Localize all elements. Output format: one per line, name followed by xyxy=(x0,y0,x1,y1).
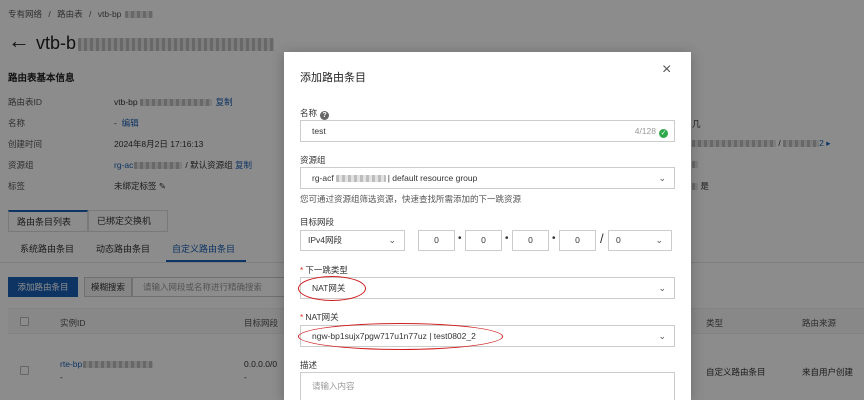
chevron-down-icon: ⌄ xyxy=(658,173,666,183)
ip-dot: • xyxy=(505,233,509,244)
ip-address-inputs: 0 • 0 • 0 • 0 / 0 ⌄ xyxy=(418,230,678,251)
target-cidr-label: 目标网段 xyxy=(300,217,335,227)
resource-group-select[interactable]: rg-acf | default resource group ⌄ xyxy=(300,167,675,189)
resource-group-label: 资源组 xyxy=(300,155,326,165)
chevron-down-icon: ⌄ xyxy=(658,331,666,341)
ip-version-select[interactable]: IPv4网段 ⌄ xyxy=(300,230,405,251)
chevron-down-icon: ⌄ xyxy=(388,235,396,245)
ip-octet-1[interactable]: 0 xyxy=(418,230,455,251)
next-hop-type-label: * 下一跳类型 xyxy=(300,265,348,275)
name-counter: 4/128 ✓ xyxy=(634,126,668,138)
annotation-circle xyxy=(298,276,366,301)
chevron-down-icon: ⌄ xyxy=(655,235,663,245)
description-textarea[interactable]: 请输入内容 xyxy=(300,372,675,400)
resource-group-hint: 您可通过资源组筛选资源，快速查找所需添加的下一跳资源 xyxy=(300,194,522,204)
ip-octet-3[interactable]: 0 xyxy=(512,230,549,251)
mask-select[interactable]: 0 ⌄ xyxy=(608,230,672,251)
ip-dot: • xyxy=(458,233,462,244)
name-value: test xyxy=(312,126,326,136)
close-icon[interactable]: × xyxy=(662,62,671,78)
add-route-entry-dialog: 添加路由条目 × 名称? test 4/128 ✓ 资源组 rg-acf | def… xyxy=(284,52,691,400)
check-icon: ✓ xyxy=(659,129,668,138)
ip-octet-2[interactable]: 0 xyxy=(465,230,502,251)
name-label: 名称? xyxy=(300,107,330,120)
annotation-circle xyxy=(298,323,503,350)
mask-slash: / xyxy=(600,231,604,246)
resource-group-value: rg-acf xyxy=(312,173,334,183)
chevron-down-icon: ⌄ xyxy=(658,283,666,293)
nat-gateway-label: * NAT网关 xyxy=(300,312,339,322)
name-input[interactable]: test 4/128 ✓ xyxy=(300,120,675,142)
resource-group-value-suffix: | default resource group xyxy=(387,173,478,183)
help-icon[interactable]: ? xyxy=(320,111,330,120)
dialog-title: 添加路由条目 xyxy=(300,72,366,84)
ip-octet-4[interactable]: 0 xyxy=(559,230,596,251)
ip-dot: • xyxy=(552,233,556,244)
description-label: 描述 xyxy=(300,360,318,370)
